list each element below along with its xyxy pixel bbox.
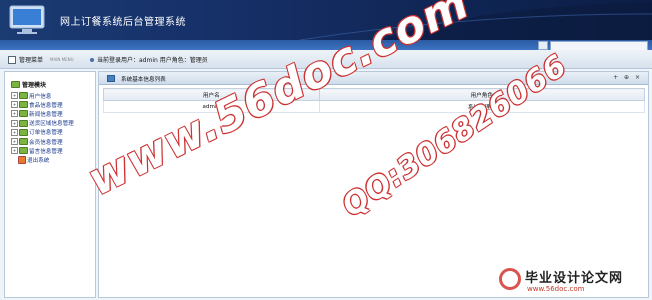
sidebar-item-label: 送货区域信息管理 [29, 121, 74, 128]
list-icon [107, 75, 115, 82]
sidebar-root[interactable]: 管理模块 [11, 80, 46, 89]
sidebar-item-label: 会员信息管理 [29, 139, 63, 146]
sidebar: 管理模块 + 用户信息 + 食品信息管理 + 新闻信息管理 + 送货区域信息管理 + 订单… [4, 71, 96, 298]
sidebar-item-delivery-area[interactable]: + 送货区域信息管理 [11, 119, 74, 128]
sidebar-list: + 用户信息 + 食品信息管理 + 新闻信息管理 + 送货区域信息管理 + 订单信息管理 … [11, 91, 74, 165]
folder-icon [11, 81, 20, 88]
sidebar-item-label: 用户信息 [29, 93, 52, 100]
sidebar-item-food[interactable]: + 食品信息管理 [11, 100, 74, 109]
sidebar-item-users[interactable]: + 用户信息 [11, 91, 74, 100]
menu-icon [8, 55, 16, 64]
sidebar-item-label: 食品信息管理 [29, 102, 63, 109]
footer-logo-text: 毕业设计论文网 [525, 271, 624, 286]
folder-icon [19, 128, 28, 136]
sidebar-item-label: 退出系统 [27, 157, 50, 164]
footer-logo-url: www.56doc.com [527, 285, 585, 293]
expand-icon[interactable]: + [11, 110, 18, 118]
monitor-icon [9, 5, 45, 34]
logo-mark-icon [499, 268, 521, 290]
expand-icon[interactable]: + [11, 92, 18, 100]
expand-icon[interactable]: + [11, 119, 18, 127]
app-title: 网上订餐系统后台管理系统 [60, 17, 186, 28]
current-user-text: 当前登录用户：admin 用户角色：管理员 [97, 57, 208, 64]
sidebar-item-label: 留言信息管理 [29, 148, 63, 155]
panel-title: 系统基本信息列表 [121, 77, 166, 83]
sidebar-item-news[interactable]: + 新闻信息管理 [11, 109, 74, 118]
sidebar-item-orders[interactable]: + 订单信息管理 [11, 128, 74, 137]
folder-icon [19, 110, 28, 118]
expand-icon[interactable]: + [11, 147, 18, 155]
expand-icon[interactable]: + [11, 128, 18, 136]
folder-icon [19, 138, 28, 146]
logout-icon [18, 155, 26, 164]
menu-title: 管理菜单 MAIN MENU [8, 55, 74, 64]
sidebar-item-messages[interactable]: + 留言信息管理 [11, 146, 74, 155]
banner: 网上订餐系统后台管理系统 [0, 0, 652, 40]
sidebar-item-members[interactable]: + 会员信息管理 [11, 137, 74, 146]
menu-title-text: 管理菜单 [19, 57, 44, 64]
footer-logo: 毕业设计论文网 www.56doc.com [497, 266, 647, 296]
menu-title-en: MAIN MENU [50, 57, 74, 62]
folder-icon [19, 101, 28, 109]
folder-icon [19, 92, 28, 100]
sidebar-root-label: 管理模块 [22, 82, 47, 89]
toolbar-icon[interactable] [538, 41, 548, 50]
sidebar-item-label: 新闻信息管理 [29, 111, 63, 118]
folder-icon [19, 147, 28, 155]
table-header-row: 用户名 用户角色 [103, 88, 646, 101]
expand-icon[interactable]: + [11, 101, 18, 109]
folder-icon [19, 119, 28, 127]
current-user-info: 当前登录用户：admin 用户角色：管理员 [90, 55, 208, 64]
sidebar-item-label: 订单信息管理 [29, 130, 63, 137]
panel-tools[interactable]: + ⊕ × [613, 74, 642, 81]
sidebar-item-logout[interactable]: 退出系统 [11, 155, 74, 164]
user-icon [90, 57, 94, 62]
expand-icon[interactable]: + [11, 138, 18, 146]
